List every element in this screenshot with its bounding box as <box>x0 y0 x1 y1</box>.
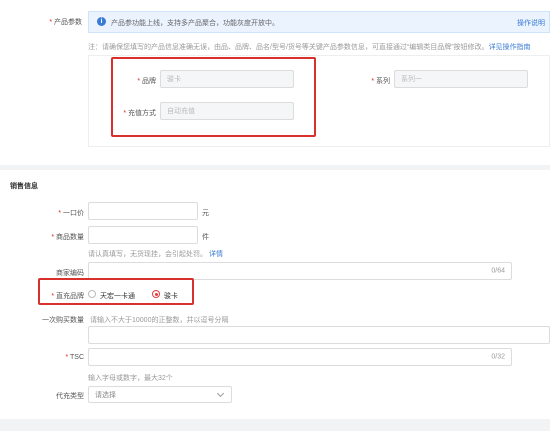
quantity-details-link[interactable]: 详情 <box>209 251 223 258</box>
tsc-hint: 输入字母或数字，最大32个 <box>88 375 173 382</box>
tsc-input[interactable]: 0/32 <box>88 348 512 366</box>
info-banner-text: 产品参功能上线，支持多产品聚合，功能灰度开放中。 <box>111 20 279 27</box>
price-input[interactable] <box>88 202 198 220</box>
recharge-type-label: 代充类型 <box>56 393 84 400</box>
purchase-qty-placeholder: 请输入不大于10000的正整数，并以逗号分隔 <box>90 317 229 324</box>
series-label: * 系列 <box>371 78 390 85</box>
quantity-unit: 件 <box>202 234 209 241</box>
chevron-down-icon <box>216 389 225 398</box>
purchase-qty-input[interactable] <box>88 326 550 344</box>
highlight-box-radio <box>38 278 194 305</box>
series-field[interactable]: 系列一 <box>394 70 528 88</box>
product-params-label: * 产品参数 <box>49 19 82 26</box>
purchase-qty-label: 一次购买数量 <box>42 317 84 324</box>
merchant-code-counter: 0/64 <box>491 267 505 275</box>
price-unit: 元 <box>202 210 209 217</box>
info-banner: i 产品参功能上线，支持多产品聚合，功能灰度开放中。 操作说明 <box>88 11 550 33</box>
instructions-link[interactable]: 操作说明 <box>517 18 545 28</box>
sales-section-title: 销售信息 <box>10 183 38 190</box>
price-label: * 一口价 <box>58 210 84 217</box>
quantity-input[interactable] <box>88 226 198 244</box>
guide-link[interactable]: 详见操作指南 <box>489 44 531 51</box>
quantity-hint: 请认真填写，无货现挂，会引起处罚。 详情 <box>88 251 223 258</box>
highlight-box-params <box>111 57 316 137</box>
product-params-panel: * 产品参数 i 产品参功能上线，支持多产品聚合，功能灰度开放中。 操作说明 注… <box>0 0 550 165</box>
tsc-label: * TSC <box>65 354 84 361</box>
recharge-type-select[interactable]: 请选择 <box>88 386 232 403</box>
tsc-counter: 0/32 <box>491 353 505 361</box>
params-note: 注：请确保您填写的产品信息准确无误，由品、品牌、品名/型号/货号等关键产品参数信… <box>88 44 531 51</box>
info-icon: i <box>97 17 106 26</box>
quantity-label: * 商品数量 <box>51 234 84 241</box>
merchant-code-label: 商家编码 <box>56 270 84 277</box>
